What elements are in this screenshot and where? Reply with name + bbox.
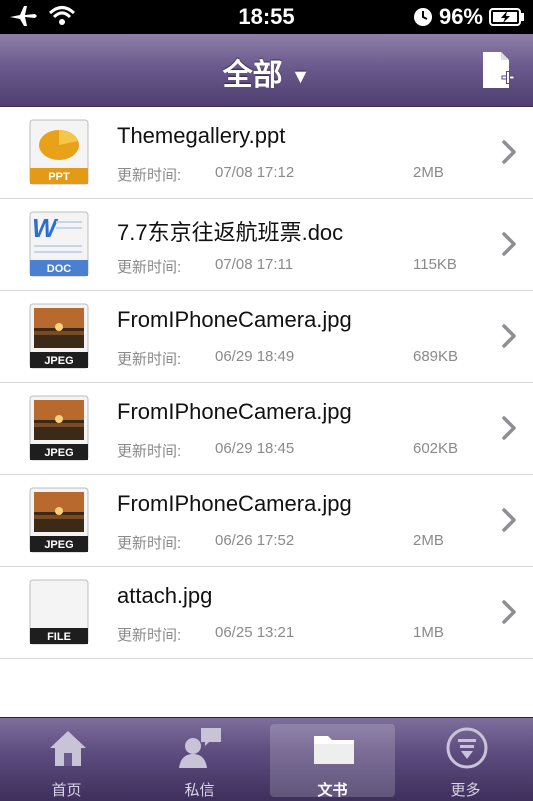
jpeg-file-icon: JPEG xyxy=(29,303,89,369)
message-icon xyxy=(179,728,221,768)
file-badge-text: DOC xyxy=(47,263,72,275)
file-date: 06/29 18:49 xyxy=(215,348,295,365)
file-name: FromIPhoneCamera.jpg xyxy=(117,307,352,332)
status-bar: 18:55 96% xyxy=(0,0,533,34)
folder-filter-dropdown[interactable]: 全部 ▼ xyxy=(0,50,533,94)
file-row[interactable]: W DOC 7.7东京往返航班票.doc 更新时间: 07/08 17:11 115KB xyxy=(0,199,533,291)
ppt-file-icon: PPT xyxy=(29,119,89,185)
file-row[interactable]: JPEG FromIPhoneCamera.jpg 更新时间: 06/29 18:49… xyxy=(0,291,533,383)
home-icon xyxy=(50,731,86,766)
jpeg-file-icon: JPEG xyxy=(29,395,89,461)
file-name: attach.jpg xyxy=(117,583,213,608)
updated-label: 更新时间: xyxy=(117,259,182,276)
file-badge-text: FILE xyxy=(47,631,71,643)
clock-icon xyxy=(413,8,432,26)
battery-charging-icon xyxy=(489,8,524,26)
tab-messages[interactable]: 私信 xyxy=(133,718,266,801)
nav-title: 全部 xyxy=(222,59,283,92)
jpeg-file-icon: JPEG xyxy=(29,487,89,553)
chevron-right-icon xyxy=(502,232,516,256)
file-badge-text: PPT xyxy=(48,171,70,183)
file-size: 2MB xyxy=(413,164,444,181)
file-file-icon: FILE xyxy=(29,579,89,645)
file-row[interactable]: FILE attach.jpg 更新时间: 06/25 13:21 1MB xyxy=(0,567,533,659)
chevron-right-icon xyxy=(502,416,516,440)
tab-documents-label: 文书 xyxy=(317,782,348,799)
file-date: 06/29 18:45 xyxy=(215,440,295,457)
file-size: 689KB xyxy=(413,348,459,365)
file-date: 07/08 17:11 xyxy=(215,256,294,273)
tab-bar: 首页 私信 文书 更多 xyxy=(0,717,533,801)
file-meta: 更新时间: 06/25 13:21 xyxy=(117,624,294,645)
chevron-right-icon xyxy=(502,508,516,532)
new-document-icon[interactable] xyxy=(481,50,515,90)
file-size: 2MB xyxy=(413,532,444,549)
file-list: PPT Themegallery.ppt 更新时间: 07/08 17:12 2MB W D… xyxy=(0,107,533,659)
file-row[interactable]: JPEG FromIPhoneCamera.jpg 更新时间: 06/26 17:52… xyxy=(0,475,533,567)
updated-label: 更新时间: xyxy=(117,627,182,644)
file-size: 1MB xyxy=(413,624,444,641)
navigation-bar: 全部 ▼ xyxy=(0,34,533,107)
file-badge-text: JPEG xyxy=(44,447,73,459)
chevron-right-icon xyxy=(502,140,516,164)
tab-documents[interactable]: 文书 xyxy=(266,718,399,801)
file-row[interactable]: PPT Themegallery.ppt 更新时间: 07/08 17:12 2MB xyxy=(0,107,533,199)
tab-messages-label: 私信 xyxy=(184,782,215,799)
tab-more[interactable]: 更多 xyxy=(399,718,532,801)
tab-home-label: 首页 xyxy=(51,782,82,799)
file-meta: 更新时间: 06/26 17:52 xyxy=(117,532,294,553)
file-meta: 更新时间: 07/08 17:11 xyxy=(117,256,293,277)
file-size: 602KB xyxy=(413,440,459,457)
file-badge-text: JPEG xyxy=(44,355,73,367)
file-date: 07/08 17:12 xyxy=(215,164,295,181)
file-name: Themegallery.ppt xyxy=(117,123,286,148)
folder-icon xyxy=(314,736,354,764)
file-date: 06/25 13:21 xyxy=(215,624,295,641)
file-name: FromIPhoneCamera.jpg xyxy=(117,399,352,424)
updated-label: 更新时间: xyxy=(117,167,182,184)
tab-home[interactable]: 首页 xyxy=(0,718,133,801)
file-name: 7.7东京往返航班票.doc xyxy=(117,220,344,245)
file-badge-text: JPEG xyxy=(44,539,73,551)
file-name: FromIPhoneCamera.jpg xyxy=(117,491,352,516)
chevron-right-icon xyxy=(502,324,516,348)
file-row[interactable]: JPEG FromIPhoneCamera.jpg 更新时间: 06/29 18:45… xyxy=(0,383,533,475)
dropdown-caret-icon: ▼ xyxy=(290,65,311,88)
file-meta: 更新时间: 06/29 18:49 xyxy=(117,348,294,369)
file-meta: 更新时间: 06/29 18:45 xyxy=(117,440,294,461)
tab-more-label: 更多 xyxy=(450,782,481,799)
updated-label: 更新时间: xyxy=(117,535,182,552)
file-date: 06/26 17:52 xyxy=(215,532,295,549)
updated-label: 更新时间: xyxy=(117,351,182,368)
file-size: 115KB xyxy=(413,256,457,273)
updated-label: 更新时间: xyxy=(117,443,182,460)
more-icon xyxy=(446,727,488,769)
file-meta: 更新时间: 07/08 17:12 xyxy=(117,164,294,185)
chevron-right-icon xyxy=(502,600,516,624)
doc-file-icon: W DOC xyxy=(29,211,89,277)
battery-percent: 96% xyxy=(438,4,483,29)
svg-text:W: W xyxy=(32,213,59,243)
